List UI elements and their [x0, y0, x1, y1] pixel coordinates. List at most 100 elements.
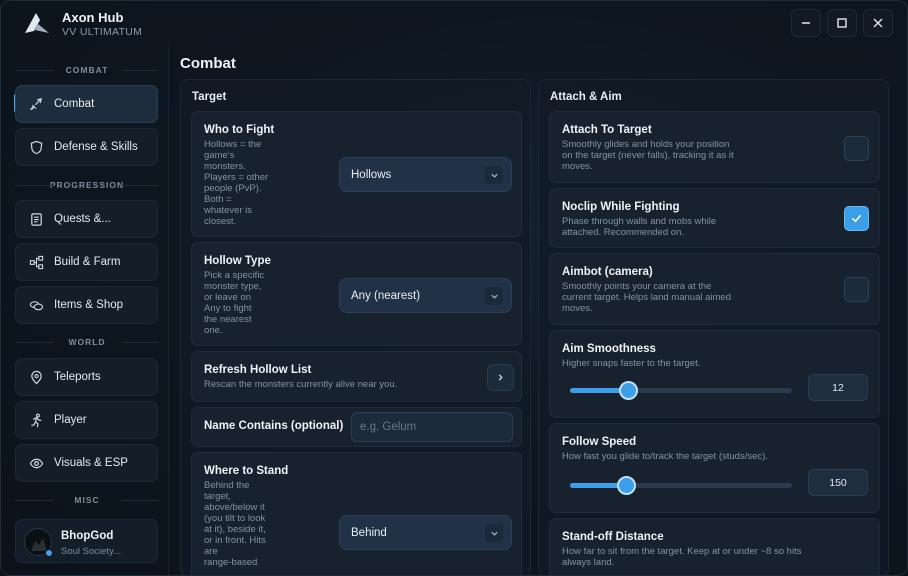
close-button[interactable] [863, 9, 893, 37]
attach-to-target-checkbox[interactable] [844, 136, 869, 161]
card-description: Pick a specific monster type, or leave o… [204, 270, 265, 336]
hollow-type-card: Hollow Type Pick a specific monster type… [191, 242, 522, 346]
card-description: Smoothly glides and holds your position … [562, 139, 734, 172]
card-title: Who to Fight [204, 124, 275, 136]
noclip-checkbox[interactable] [844, 206, 869, 231]
name-contains-input[interactable] [351, 412, 513, 442]
minimize-button[interactable] [791, 9, 821, 37]
refresh-hollow-list-card[interactable]: Refresh Hollow List Rescan the monsters … [191, 351, 522, 402]
sidebar-item-items-shop[interactable]: Items & Shop [15, 286, 158, 324]
coins-icon [28, 297, 44, 313]
maximize-button[interactable] [827, 9, 857, 37]
status-dot [45, 549, 53, 557]
sidebar-item-label: Teleports [54, 371, 101, 383]
dropdown-value: Behind [351, 526, 387, 539]
follow-speed-value[interactable]: 150 [808, 469, 868, 496]
card-description: Hollows = the game's monsters. Players =… [204, 139, 269, 227]
title-bar[interactable]: Axon Hub VV ULTIMATUM [1, 1, 907, 45]
card-title: Name Contains (optional) [204, 420, 344, 432]
axon-logo-icon [23, 11, 51, 35]
sidebar-item-label: Player [54, 414, 87, 426]
check-icon [851, 214, 862, 223]
sidebar-item-player[interactable]: Player [15, 401, 158, 439]
card-title: Attach To Target [562, 124, 652, 136]
section-label-combat: COMBAT [15, 65, 159, 75]
attach-to-target-card: Attach To Target Smoothly glides and hol… [549, 111, 880, 183]
section-label-progression: PROGRESSION [15, 180, 159, 190]
chevron-down-icon [485, 166, 503, 184]
standoff-distance-card: Stand-off Distance How far to sit from t… [549, 518, 880, 575]
chevron-down-icon [485, 524, 503, 542]
card-title: Hollow Type [204, 255, 271, 267]
sidebar-item-visuals-esp[interactable]: Visuals & ESP [15, 444, 158, 482]
card-title: Follow Speed [562, 436, 637, 448]
sidebar-item-label: Combat [54, 98, 95, 110]
card-title: Where to Stand [204, 465, 289, 477]
where-to-stand-card: Where to Stand Behind the target, above/… [191, 452, 522, 575]
app-subtitle: VV ULTIMATUM [62, 26, 143, 38]
maximize-icon [837, 18, 847, 28]
noclip-card: Noclip While Fighting Phase through wall… [549, 188, 880, 248]
sidebar-item-label: Items & Shop [54, 299, 124, 311]
name-contains-card: Name Contains (optional) [191, 407, 522, 447]
target-panel: Target Who to Fight Hollows = the game's… [180, 79, 531, 575]
map-pin-icon [28, 369, 44, 385]
hollow-type-dropdown[interactable]: Any (nearest) [339, 278, 512, 313]
aimbot-checkbox[interactable] [844, 277, 869, 302]
panel-title: Target [192, 91, 227, 103]
card-description: Smoothly points your camera at the curre… [562, 281, 731, 314]
chevron-down-icon [485, 287, 503, 305]
slider-thumb[interactable] [618, 381, 638, 400]
page-title: Combat [180, 55, 236, 72]
card-description: How far to sit from the target. Keep at … [562, 546, 802, 568]
aim-smoothness-slider[interactable] [570, 381, 792, 400]
minimize-icon [802, 22, 810, 24]
sidebar-item-teleports[interactable]: Teleports [15, 358, 158, 396]
close-icon [873, 18, 883, 28]
who-to-fight-dropdown[interactable]: Hollows [339, 157, 512, 192]
profile-subtitle: Soul Society... [61, 546, 122, 557]
card-title: Aim Smoothness [562, 343, 656, 355]
eye-icon [28, 455, 44, 471]
app-window: Axon Hub VV ULTIMATUM COMBAT Combat Defe… [0, 0, 908, 576]
running-person-icon [28, 412, 44, 428]
shield-icon [28, 139, 44, 155]
card-title: Aimbot (camera) [562, 266, 653, 278]
where-to-stand-dropdown[interactable]: Behind [339, 515, 512, 550]
sidebar-item-combat[interactable]: Combat [15, 85, 158, 123]
refresh-button[interactable] [487, 364, 514, 391]
sidebar-item-label: Build & Farm [54, 256, 121, 268]
card-description: Rescan the monsters currently alive near… [204, 379, 398, 390]
slider-thumb[interactable] [616, 476, 636, 495]
follow-speed-slider[interactable] [570, 476, 792, 495]
card-description: Higher snaps faster to the target. [562, 358, 701, 369]
sidebar-item-label: Visuals & ESP [54, 457, 128, 469]
aim-smoothness-value[interactable]: 12 [808, 374, 868, 401]
sidebar-item-build-farm[interactable]: Build & Farm [15, 243, 158, 281]
attach-aim-panel: Attach & Aim Attach To Target Smoothly g… [538, 79, 889, 575]
dropdown-value: Hollows [351, 168, 392, 181]
scroll-icon [28, 211, 44, 227]
section-label-misc: MISC [15, 495, 159, 505]
sidebar-item-label: Quests &... [54, 213, 111, 225]
who-to-fight-card: Who to Fight Hollows = the game's monste… [191, 111, 522, 237]
section-label-world: WORLD [15, 337, 159, 347]
card-title: Refresh Hollow List [204, 364, 312, 376]
card-description: How fast you glide to/track the target (… [562, 451, 768, 462]
card-title: Noclip While Fighting [562, 201, 680, 213]
user-profile[interactable]: BhopGod Soul Society... [15, 519, 158, 563]
sidebar-item-defense-skills[interactable]: Defense & Skills [15, 128, 158, 166]
chevron-right-icon [498, 374, 503, 381]
nodes-icon [28, 254, 44, 270]
panel-title: Attach & Aim [550, 91, 622, 103]
app-title: Axon Hub [62, 10, 124, 25]
card-description: Behind the target, above/below it (you t… [204, 480, 266, 568]
aimbot-card: Aimbot (camera) Smoothly points your cam… [549, 253, 880, 325]
sword-icon [28, 96, 44, 112]
sidebar-item-quests[interactable]: Quests &... [15, 200, 158, 238]
follow-speed-card: Follow Speed How fast you glide to/track… [549, 423, 880, 513]
aim-smoothness-card: Aim Smoothness Higher snaps faster to th… [549, 330, 880, 418]
card-description: Phase through walls and mobs while attac… [562, 216, 717, 238]
dropdown-value: Any (nearest) [351, 289, 421, 302]
sidebar-item-label: Defense & Skills [54, 141, 138, 153]
